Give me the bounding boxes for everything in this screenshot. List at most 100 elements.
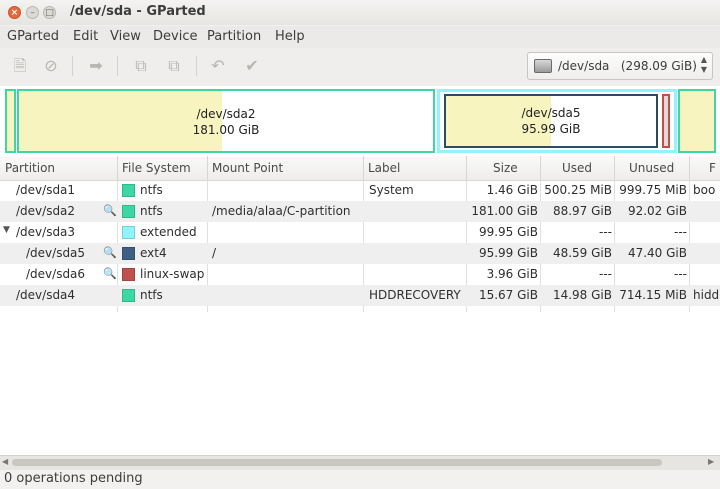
label-cell: System [369,183,414,197]
status-bar: 0 operations pending [0,470,720,489]
column-separator [689,156,690,180]
size-cell: 15.67 GiB [478,288,538,302]
mounted-key-icon: 🔍 [103,246,117,259]
disk-icon [534,59,552,73]
copy-icon[interactable]: ⧉ [130,55,152,77]
flags-cell: boo [693,183,716,197]
disk-segment-sda3-extended[interactable]: /dev/sda5 95.99 GiB [437,89,677,153]
minimize-window-button[interactable]: – [26,6,39,19]
table-row[interactable]: /dev/sda5 🔍 ext4 / 95.99 GiB 48.59 GiB 4… [0,243,720,264]
toolbar-separator [196,56,197,76]
table-row[interactable]: /dev/sda2 🔍 ntfs /media/alaa/C-partition… [0,201,720,222]
device-selector-label: /dev/sda (298.09 GiB) [558,59,697,73]
flags-cell: hidd [693,288,720,302]
horizontal-scrollbar[interactable]: ◀ ▶ [0,455,720,470]
size-cell: 95.99 GiB [478,246,538,260]
column-header-partition[interactable]: Partition [5,161,55,175]
menu-bar: GParted Edit View Device Partition Help [0,26,720,48]
window-title: /dev/sda - GParted [70,4,206,19]
toolbar-separator [117,56,118,76]
expander-icon[interactable]: ▼ [3,225,10,235]
fs-color-swatch [122,247,135,260]
used-cell: 88.97 GiB [552,204,612,218]
disk-segment-sda2-name: /dev/sda2 [196,107,256,121]
menu-gparted[interactable]: GParted [7,29,59,44]
column-header-label[interactable]: Label [368,161,400,175]
table-row[interactable]: /dev/sda1 ntfs System 1.46 GiB 500.25 Mi… [0,180,720,201]
column-header-mount-point[interactable]: Mount Point [212,161,283,175]
used-cell: --- [599,225,612,239]
column-separator [614,156,615,180]
partition-cell: /dev/sda5 [26,246,86,260]
table-header: Partition File System Mount Point Label … [0,156,720,181]
column-header-file-system[interactable]: File System [122,161,191,175]
used-space-fill [19,91,222,151]
used-cell: --- [599,267,612,281]
menu-edit[interactable]: Edit [73,29,98,44]
size-cell: 1.46 GiB [486,183,538,197]
partition-cell: /dev/sda4 [16,288,76,302]
size-cell: 181.00 GiB [471,204,538,218]
mounted-key-icon: 🔍 [103,267,117,280]
disk-segment-sda5[interactable]: /dev/sda5 95.99 GiB [444,94,658,148]
mount-point-cell: /media/alaa/C-partition [212,204,351,218]
toolbar-separator [72,56,73,76]
partition-cell: /dev/sda2 [16,204,76,218]
unused-cell: 47.40 GiB [627,246,687,260]
used-cell: 500.25 MiB [544,183,612,197]
file-system-cell: ext4 [140,246,167,260]
mounted-key-icon: 🔍 [103,204,117,217]
table-row[interactable]: /dev/sda6 🔍 linux-swap 3.96 GiB --- --- [0,264,720,285]
used-cell: 14.98 GiB [552,288,612,302]
close-window-button[interactable]: × [8,6,21,19]
size-cell: 3.96 GiB [486,267,538,281]
file-system-cell: linux-swap [140,267,205,281]
fs-color-swatch [122,205,135,218]
scroll-right-icon[interactable]: ▶ [708,457,714,466]
unused-cell: --- [674,225,687,239]
column-separator [466,156,467,180]
apply-icon[interactable]: ✔ [241,55,263,77]
disk-segment-sda1[interactable] [5,89,16,153]
delete-icon[interactable]: ⊘ [40,55,62,77]
device-selector[interactable]: /dev/sda (298.09 GiB) ▲ ▼ [527,52,713,80]
scroll-left-icon[interactable]: ◀ [2,457,8,466]
table-row[interactable]: /dev/sda4 ntfs HDDRECOVERY 15.67 GiB 14.… [0,285,720,306]
undo-icon[interactable]: ↶ [207,55,229,77]
paste-icon[interactable]: ⧉ [163,55,185,77]
menu-view[interactable]: View [110,29,141,44]
column-header-unused[interactable]: Unused [629,161,674,175]
column-header-used[interactable]: Used [562,161,592,175]
column-separator [207,156,208,180]
menu-device[interactable]: Device [153,29,197,44]
unused-cell: 714.15 MiB [619,288,687,302]
label-cell: HDDRECOVERY [369,288,461,302]
file-system-cell: ntfs [140,288,163,302]
maximize-window-button[interactable]: □ [43,6,56,19]
table-row[interactable]: ▼ /dev/sda3 extended 99.95 GiB --- --- [0,222,720,243]
resize-move-icon[interactable]: ➡ [85,55,107,77]
partition-cell: /dev/sda1 [16,183,76,197]
column-separator [117,156,118,180]
scrollbar-thumb[interactable] [12,459,662,466]
unused-cell: 999.75 MiB [619,183,687,197]
chevron-up-down-icon: ▲ ▼ [700,55,707,74]
disk-segment-sda6[interactable] [662,94,670,148]
fs-color-swatch [122,289,135,302]
column-header-flags[interactable]: F [709,161,716,175]
disk-segment-sda4[interactable] [678,89,716,153]
fs-color-swatch [122,184,135,197]
partition-cell: /dev/sda3 [16,225,76,239]
operations-pending-text: 0 operations pending [4,471,143,486]
menu-help[interactable]: Help [275,29,305,44]
partition-cell: /dev/sda6 [26,267,86,281]
unused-cell: 92.02 GiB [627,204,687,218]
column-separator [363,156,364,180]
disk-segment-sda2[interactable]: /dev/sda2 181.00 GiB [17,89,435,153]
new-icon[interactable]: 🗎 [9,55,31,77]
fs-color-swatch [122,226,135,239]
disk-graphic: /dev/sda2 181.00 GiB /dev/sda5 95.99 GiB [0,86,720,156]
menu-partition[interactable]: Partition [207,29,261,44]
column-header-size[interactable]: Size [493,161,518,175]
size-cell: 99.95 GiB [478,225,538,239]
